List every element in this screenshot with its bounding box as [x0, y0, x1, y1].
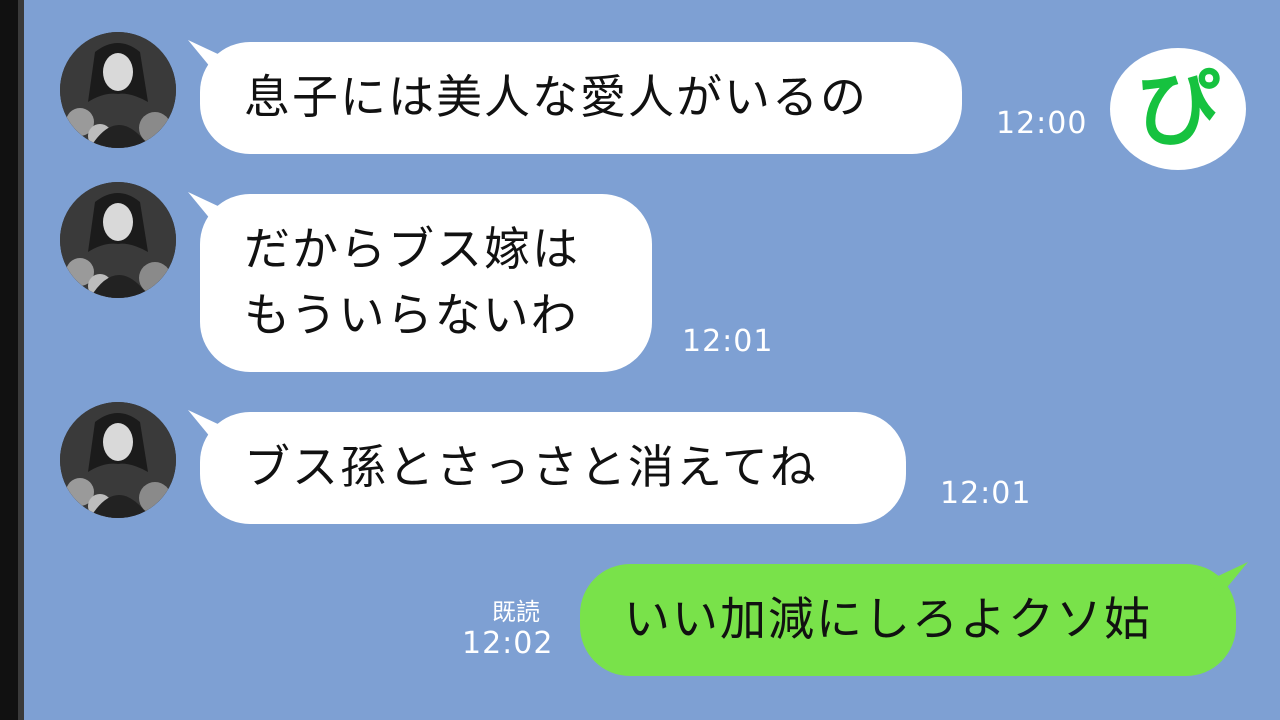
avatar-photo	[60, 32, 176, 148]
message-text: ブス孫とさっさと消えてね	[244, 440, 818, 494]
message-text: 息子には美人な愛人がいるの	[244, 70, 868, 124]
message-bubble[interactable]: 息子には美人な愛人がいるの	[200, 42, 962, 154]
message-text: いい加減にしろよクソ姑	[624, 592, 1152, 646]
message-time: 12:02	[462, 626, 554, 661]
avatar[interactable]	[60, 402, 176, 518]
message-time: 12:00	[996, 106, 1088, 141]
message-text: もういらないわ	[244, 288, 579, 342]
message-time: 12:01	[940, 476, 1032, 511]
read-receipt: 既読	[492, 598, 540, 626]
avatar-photo	[60, 402, 176, 518]
message-bubble[interactable]: いい加減にしろよクソ姑	[580, 564, 1236, 676]
pi-logo-icon: ぴ	[1110, 48, 1246, 170]
message-bubble[interactable]: ブス孫とさっさと消えてね	[200, 412, 906, 524]
logo-text: ぴ	[1135, 60, 1220, 158]
avatar-photo	[60, 182, 176, 298]
avatar[interactable]	[60, 32, 176, 148]
message-text: だからブス嫁は	[244, 222, 580, 276]
device-frame-edge	[0, 0, 24, 720]
message-bubble[interactable]: だからブス嫁は もういらないわ	[200, 194, 652, 372]
avatar[interactable]	[60, 182, 176, 298]
message-time: 12:01	[682, 324, 774, 359]
